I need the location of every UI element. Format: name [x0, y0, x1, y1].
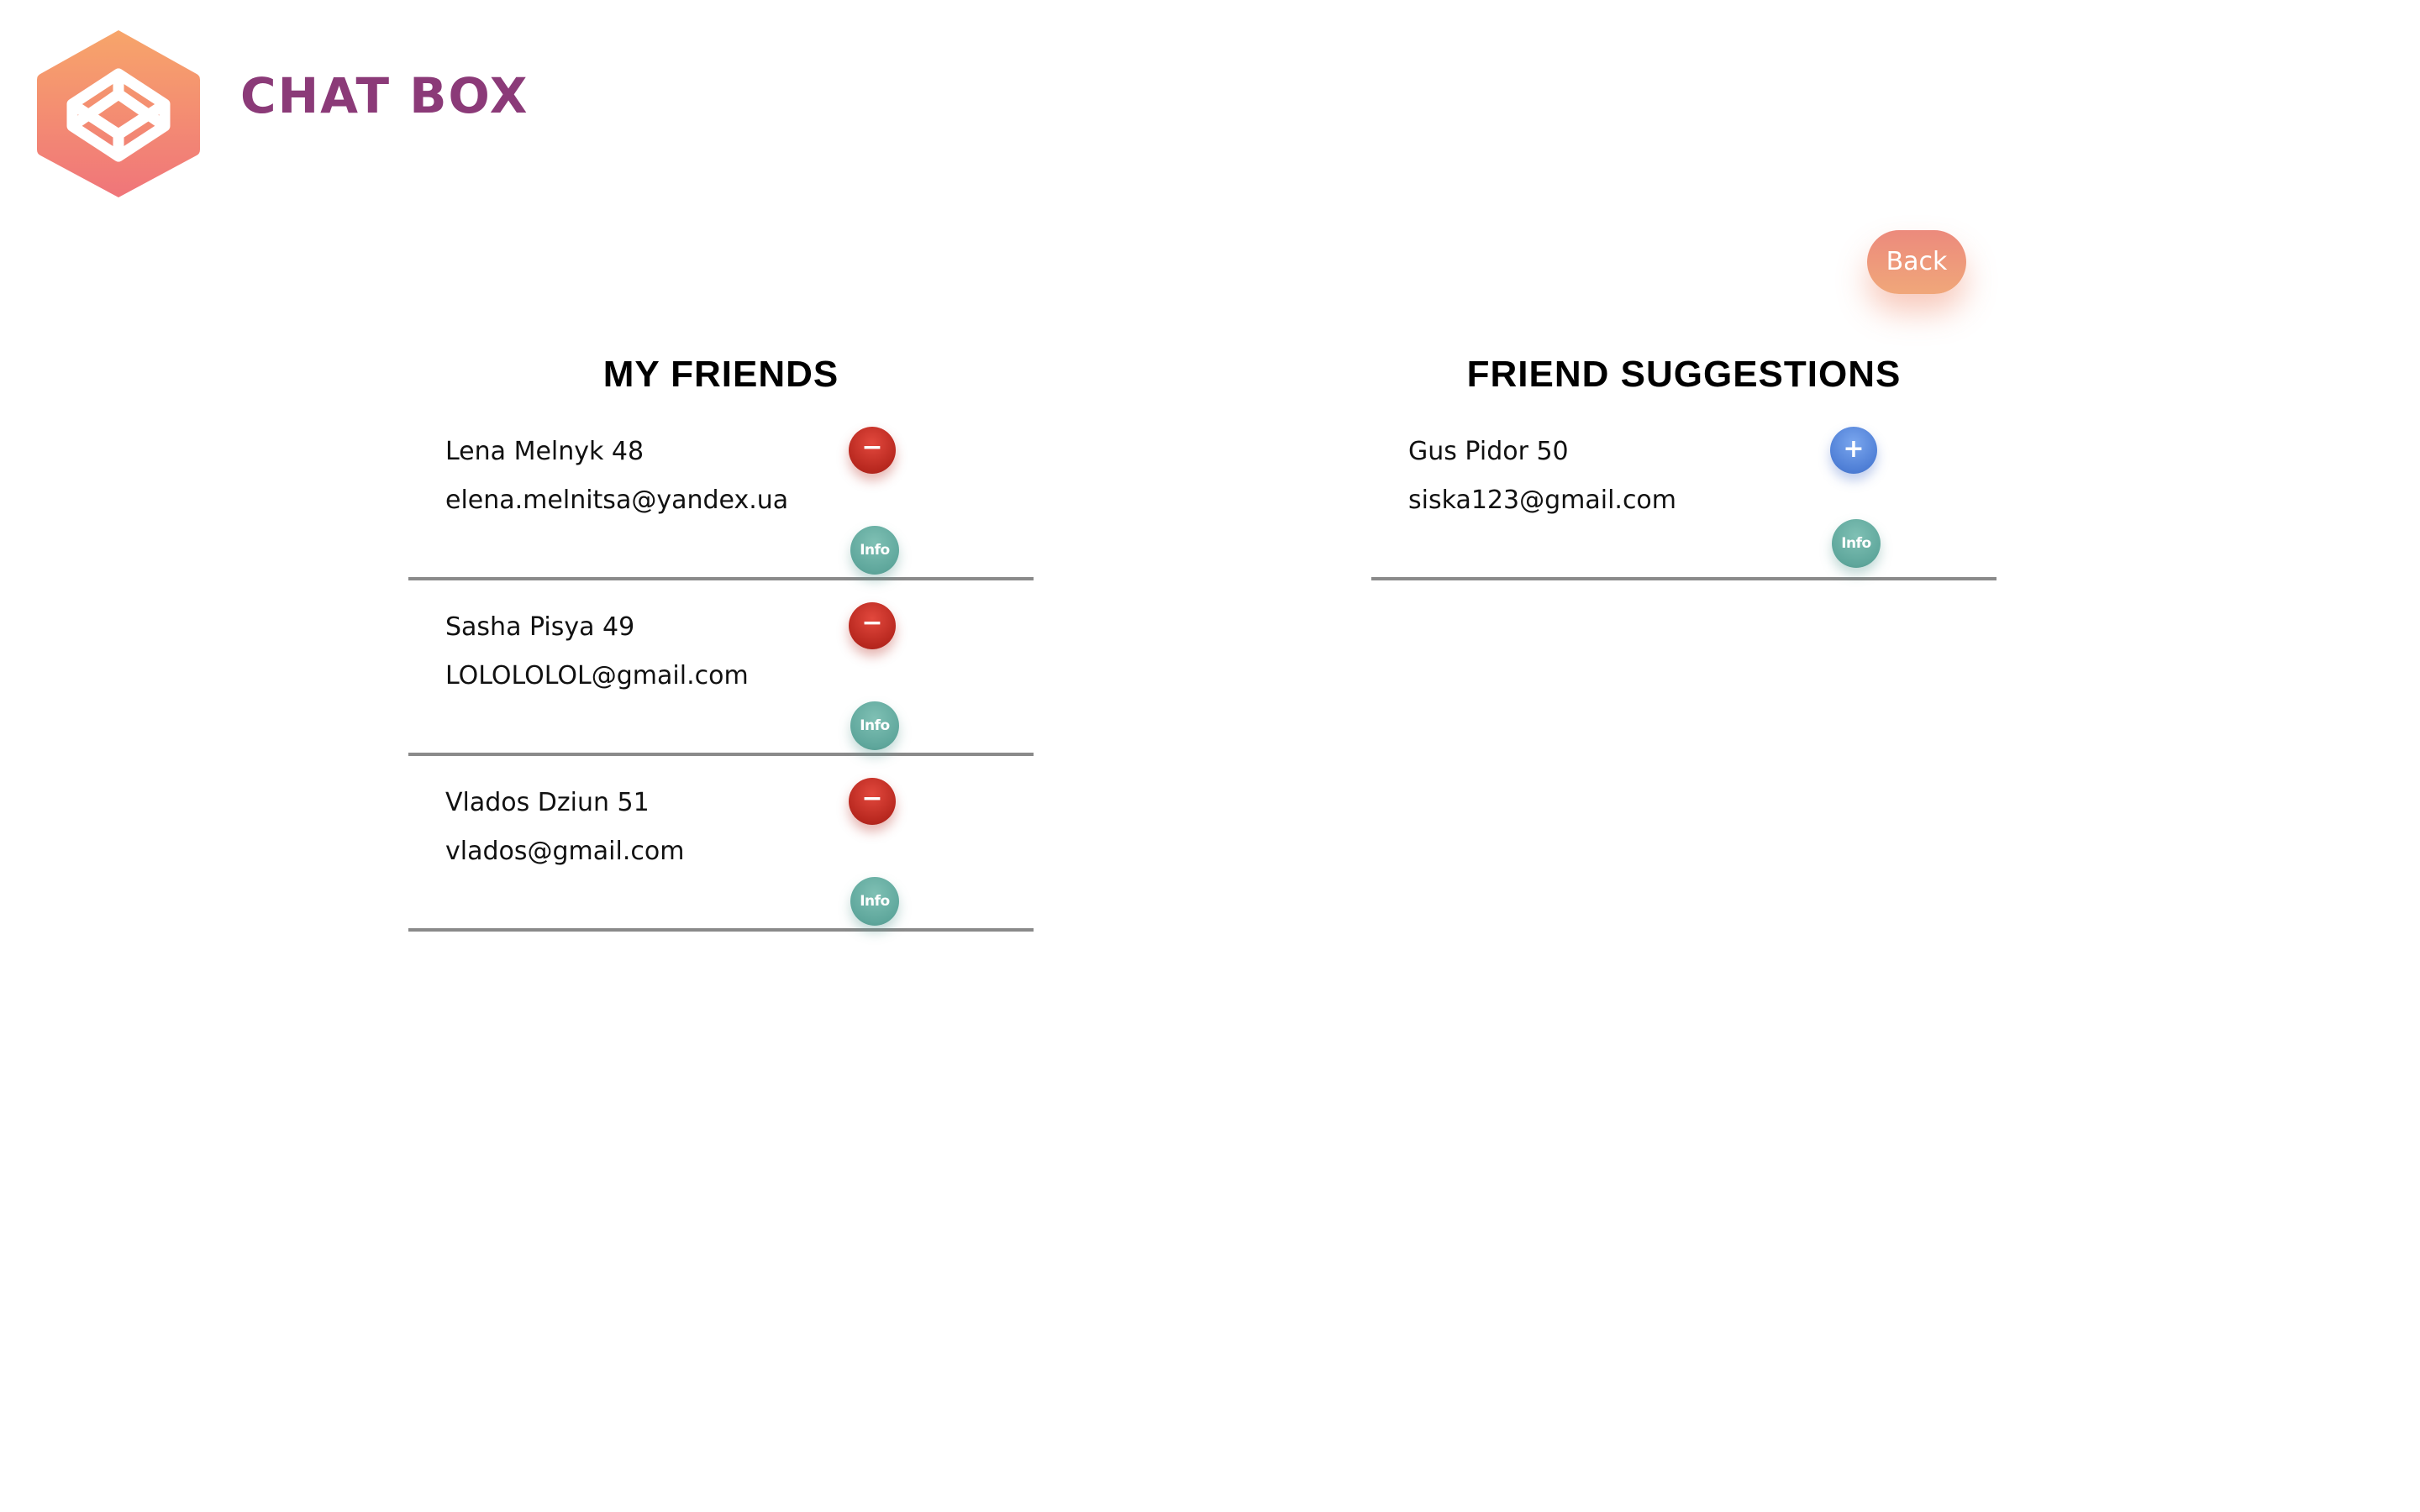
suggestion-info-button[interactable]: Info: [1832, 519, 1881, 568]
suggestion-name: Gus Pidor 50: [1408, 437, 1569, 466]
my-friends-title: MY FRIENDS: [602, 354, 839, 395]
friend-email: LOLOLOLOL@gmail.com: [445, 661, 749, 690]
friend-card: Sasha Pisya 49 LOLOLOLOL@gmail.com − Inf…: [408, 580, 1034, 756]
friend-card: Lena Melnyk 48 elena.melnitsa@yandex.ua …: [408, 405, 1034, 580]
friend-info-button[interactable]: Info: [850, 877, 899, 926]
page: CHAT BOX Back MY FRIENDS Lena Melnyk 48 …: [0, 0, 2420, 1512]
friend-name: Vlados Dziun 51: [445, 788, 650, 817]
suggestion-card: Gus Pidor 50 siska123@gmail.com + Info: [1371, 405, 1996, 580]
friend-name: Sasha Pisya 49: [445, 612, 635, 642]
add-friend-button[interactable]: +: [1830, 427, 1877, 474]
my-friends-section: MY FRIENDS Lena Melnyk 48 elena.melnitsa…: [408, 344, 1034, 932]
brand-name: CHAT BOX: [240, 67, 529, 124]
remove-friend-button[interactable]: −: [849, 602, 896, 649]
friend-email: vlados@gmail.com: [445, 837, 685, 866]
friend-suggestions-section: FRIEND SUGGESTIONS Gus Pidor 50 siska123…: [1371, 344, 1996, 580]
friend-info-button[interactable]: Info: [850, 701, 899, 750]
friend-email: elena.melnitsa@yandex.ua: [445, 486, 789, 515]
friend-name: Lena Melnyk 48: [445, 437, 644, 466]
friend-card: Vlados Dziun 51 vlados@gmail.com − Info: [408, 756, 1034, 932]
remove-friend-button[interactable]: −: [849, 427, 896, 474]
codepen-hexagon-logo-icon[interactable]: [32, 27, 205, 200]
suggestion-email: siska123@gmail.com: [1408, 486, 1677, 515]
back-button[interactable]: Back: [1867, 230, 1966, 294]
friend-suggestions-title: FRIEND SUGGESTIONS: [1466, 354, 1902, 395]
friend-info-button[interactable]: Info: [850, 526, 899, 575]
remove-friend-button[interactable]: −: [849, 778, 896, 825]
